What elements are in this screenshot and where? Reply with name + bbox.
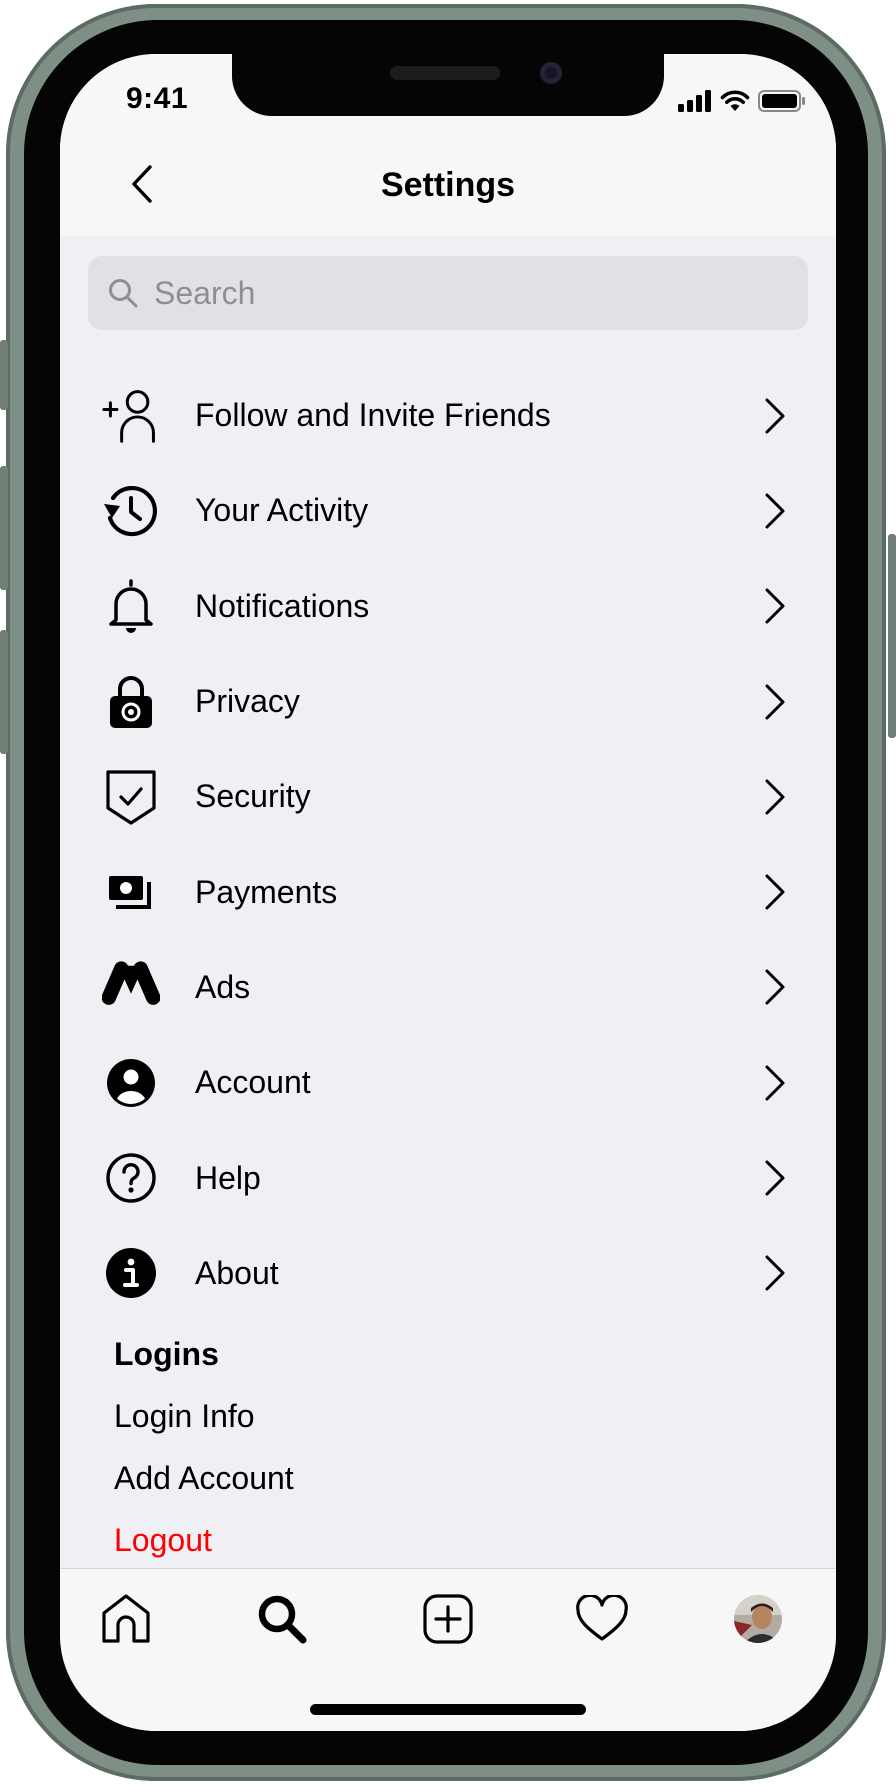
menu-item-follow-invite[interactable]: Follow and Invite Friends [60,368,836,463]
battery-icon [758,90,805,112]
tab-create[interactable] [418,1589,478,1649]
account-icon [102,1054,160,1112]
chevron-right-icon [760,870,790,914]
chevron-right-icon [760,1061,790,1105]
chevron-right-icon [760,680,790,724]
menu-item-ads[interactable]: Ads [60,940,836,1035]
tab-search[interactable] [252,1589,312,1649]
payments-card-icon [102,863,160,921]
menu-item-security[interactable]: Security [60,749,836,844]
speaker-grille [390,66,500,80]
home-icon [102,1594,150,1643]
login-info-link[interactable]: Login Info [114,1398,255,1435]
menu-item-label: Security [195,778,311,815]
search-bar[interactable] [88,256,808,330]
menu-item-notifications[interactable]: Notifications [60,559,836,654]
menu-item-label: Account [195,1064,311,1101]
create-post-icon [423,1594,473,1644]
shield-check-icon [102,768,160,826]
front-camera [540,62,562,84]
menu-item-label: Help [195,1159,261,1196]
bell-icon [102,577,160,635]
menu-item-about[interactable]: About [60,1226,836,1321]
lock-icon [102,673,160,731]
page-title: Settings [380,166,516,204]
home-indicator[interactable] [310,1704,586,1715]
menu-item-label: About [195,1254,279,1291]
volume-up-button [0,466,8,590]
info-icon [102,1244,160,1302]
add-person-icon [102,387,160,445]
menu-item-payments[interactable]: Payments [60,844,836,939]
activity-history-icon [102,482,160,540]
menu-item-label: Privacy [195,683,300,720]
status-time: 9:41 [126,82,189,115]
chevron-right-icon [760,489,790,533]
power-button [888,534,896,738]
help-icon [102,1149,160,1207]
ads-icon [102,958,160,1016]
search-icon [258,1595,307,1644]
search-icon [109,279,138,308]
menu-item-label: Follow and Invite Friends [195,397,551,434]
status-icons [678,88,806,112]
menu-item-label: Payments [195,873,338,910]
menu-item-privacy[interactable]: Privacy [60,654,836,749]
logout-link[interactable]: Logout [114,1522,212,1559]
menu-item-help[interactable]: Help [60,1130,836,1225]
menu-item-account[interactable]: Account [60,1035,836,1130]
tab-profile[interactable] [728,1589,788,1649]
chevron-right-icon [760,584,790,628]
chevron-right-icon [760,1251,790,1295]
logins-section-title: Logins [114,1336,219,1372]
chevron-right-icon [760,1156,790,1200]
screen: 9:41 Settings Search Follow and Invite F… [60,54,836,1731]
menu-item-label: Notifications [195,587,370,624]
menu-item-your-activity[interactable]: Your Activity [60,463,836,558]
wifi-icon [720,90,750,111]
tab-activity[interactable] [572,1589,632,1649]
tab-home[interactable] [96,1589,156,1649]
settings-menu: Follow and Invite Friends Your Activity [60,368,836,1321]
chevron-right-icon [760,775,790,819]
mute-switch [0,340,8,410]
cellular-signal-icon [678,90,711,112]
notch [232,54,664,116]
search-input[interactable] [152,273,756,313]
menu-item-label: Your Activity [195,492,369,529]
volume-down-button [0,630,8,754]
heart-icon [576,1595,628,1641]
profile-avatar [734,1595,782,1643]
add-account-link[interactable]: Add Account [114,1460,294,1497]
chevron-right-icon [760,394,790,438]
chevron-right-icon [760,965,790,1009]
menu-item-label: Ads [195,968,251,1005]
